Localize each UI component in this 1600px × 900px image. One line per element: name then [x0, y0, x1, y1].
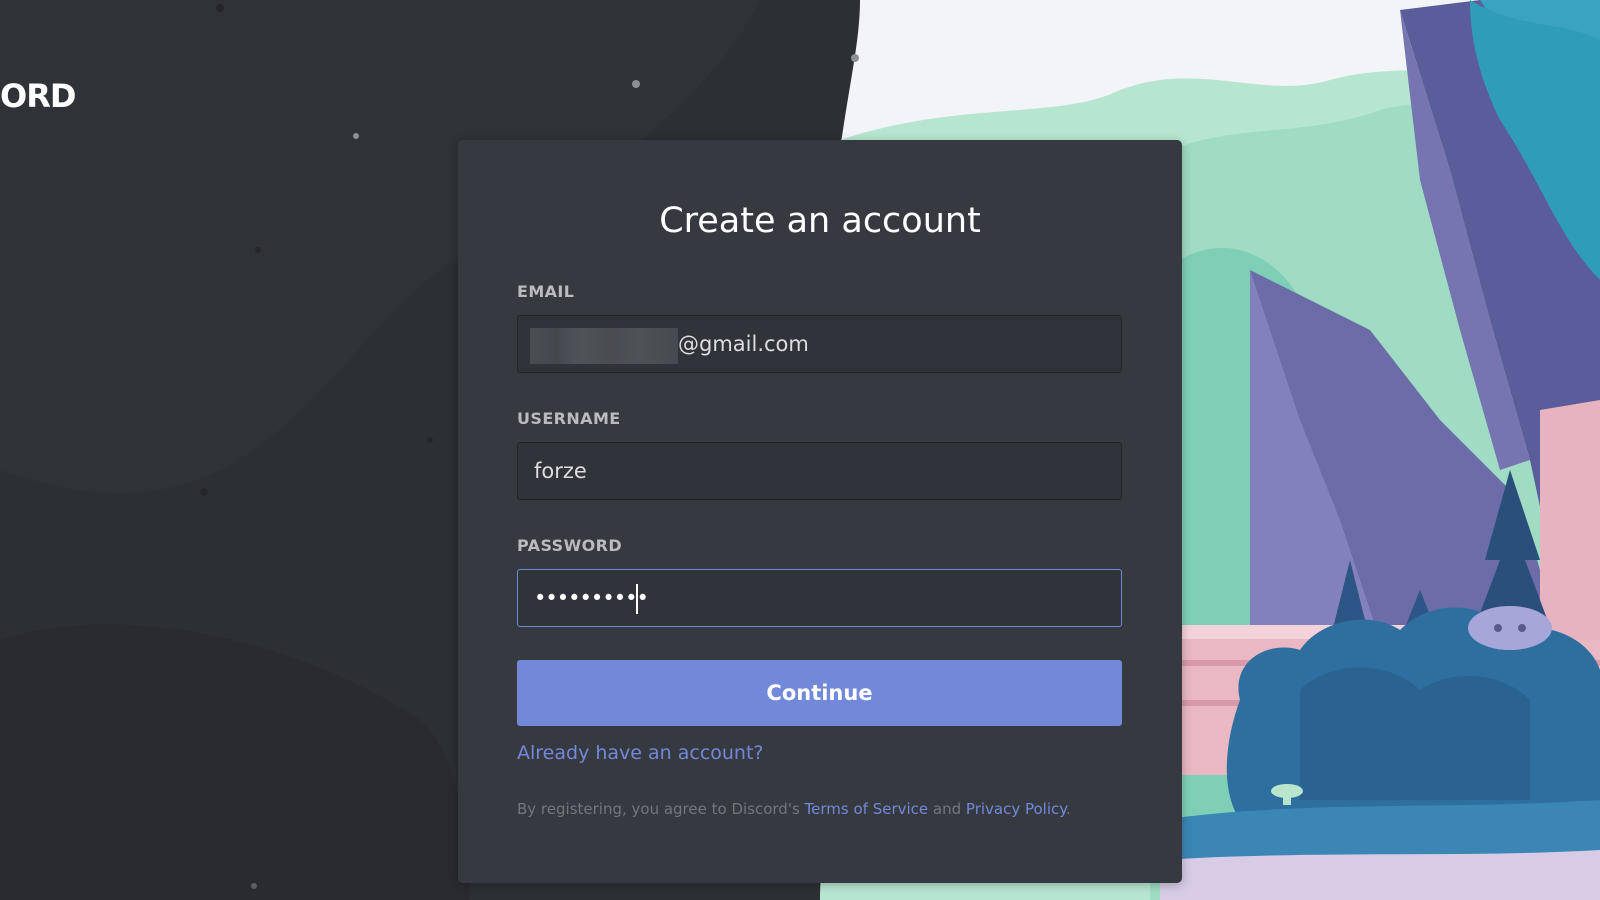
- page-title: Create an account: [659, 201, 981, 241]
- password-field[interactable]: ••••••••••: [517, 569, 1122, 627]
- email-value-suffix: @gmail.com: [678, 332, 809, 356]
- legal-notice: By registering, you agree to Discord's T…: [517, 799, 1071, 819]
- legal-and: and: [928, 800, 966, 818]
- email-label: EMAIL: [517, 282, 575, 301]
- continue-button[interactable]: Continue: [517, 660, 1122, 726]
- login-link[interactable]: Already have an account?: [517, 740, 764, 766]
- legal-prefix: By registering, you agree to Discord's: [517, 800, 805, 818]
- text-caret: [636, 584, 638, 614]
- legal-suffix: .: [1066, 800, 1071, 818]
- username-field[interactable]: forze: [517, 442, 1122, 500]
- discord-logo: ORD: [0, 77, 76, 115]
- email-field[interactable]: @gmail.com: [517, 315, 1122, 373]
- register-card: Create an account EMAIL @gmail.com USERN…: [458, 140, 1182, 883]
- username-value: forze: [534, 459, 587, 483]
- username-label: USERNAME: [517, 409, 621, 428]
- email-redaction: [530, 328, 678, 364]
- privacy-policy-link[interactable]: Privacy Policy: [966, 800, 1066, 818]
- terms-of-service-link[interactable]: Terms of Service: [805, 800, 929, 818]
- password-label: PASSWORD: [517, 536, 623, 555]
- password-value: ••••••••••: [534, 586, 649, 610]
